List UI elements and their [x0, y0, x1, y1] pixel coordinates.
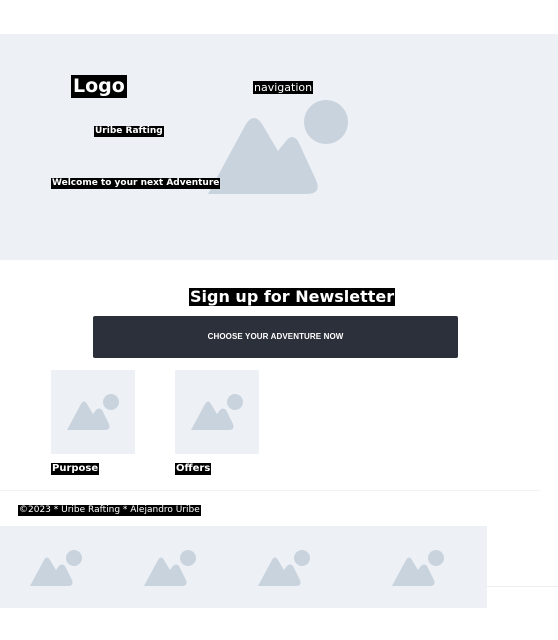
gallery-image-3 [222, 526, 348, 608]
brand-name: Uribe Rafting [94, 126, 164, 137]
logo[interactable]: Logo [71, 75, 127, 98]
footer-divider [0, 490, 540, 491]
navigation-link[interactable]: navigation [253, 81, 314, 94]
footer-bottom-divider [487, 586, 558, 587]
copyright-text: ©2023 * Uribe Rafting * Alejandro Uribe [18, 505, 201, 516]
offers-card-image [175, 370, 259, 454]
gallery-image-1 [0, 526, 110, 608]
image-placeholder-icon [144, 550, 196, 586]
image-placeholder-icon [258, 550, 310, 586]
gallery-image-4 [348, 526, 487, 608]
newsletter-title: Sign up for Newsletter [189, 287, 396, 306]
purpose-card-label[interactable]: Purpose [51, 463, 100, 475]
gallery-image-2 [110, 526, 222, 608]
choose-adventure-button[interactable]: CHOOSE YOUR ADVENTURE NOW [93, 316, 458, 358]
image-placeholder-icon [30, 550, 82, 586]
purpose-card-image [51, 370, 135, 454]
hero-image [206, 96, 352, 198]
image-placeholder-icon [392, 550, 444, 586]
footer-gallery [0, 526, 487, 608]
offers-card-label[interactable]: Offers [175, 463, 212, 475]
image-placeholder-icon [191, 394, 243, 430]
image-placeholder-icon [208, 100, 348, 194]
image-placeholder-icon [67, 394, 119, 430]
tagline: Welcome to your next Adventure [51, 178, 221, 189]
choose-adventure-button-label: CHOOSE YOUR ADVENTURE NOW [207, 332, 344, 341]
